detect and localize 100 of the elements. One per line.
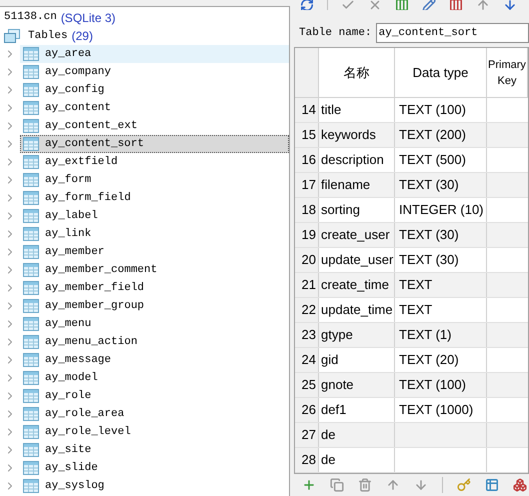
refresh-icon[interactable]: [300, 0, 314, 10]
row-number: 24: [295, 348, 319, 372]
table-cell: gid: [319, 348, 395, 372]
table-icon: [23, 389, 39, 403]
table-icon: [23, 317, 39, 331]
table-tree-item[interactable]: ay_link: [20, 225, 100, 243]
row-number: 14: [295, 98, 319, 122]
arrow-up-icon[interactable]: [476, 0, 490, 10]
table-cell: def1: [319, 398, 395, 422]
table-tree-item[interactable]: ay_company: [20, 63, 120, 81]
table-name-field[interactable]: ay_content_sort: [376, 23, 529, 43]
table-icon: [23, 101, 39, 115]
table-icon: [23, 245, 39, 259]
arrow-down-icon[interactable]: [414, 478, 428, 492]
row-number: 18: [295, 198, 319, 222]
table-icon: [23, 407, 39, 421]
table-icon: [22, 137, 39, 151]
row-number: 23: [295, 323, 319, 347]
row-number: 19: [295, 223, 319, 247]
table-tree-item[interactable]: ay_content_sort: [20, 135, 289, 153]
table-tree-item[interactable]: ay_area: [20, 45, 289, 63]
table-icon: [23, 353, 39, 367]
pencil-icon[interactable]: [422, 0, 436, 10]
table-tree-item[interactable]: ay_site: [20, 441, 100, 459]
add-column-icon[interactable]: [302, 478, 316, 492]
row-number: 26: [295, 398, 319, 422]
copy-icon[interactable]: [330, 478, 344, 492]
table-tree-item[interactable]: ay_member_comment: [20, 261, 166, 279]
table-cell: TEXT (30): [395, 223, 487, 247]
table-cell: keywords: [319, 123, 395, 147]
close-icon[interactable]: [368, 0, 382, 10]
table-icon: [22, 47, 39, 61]
table-cell: TEXT: [395, 273, 487, 297]
row-number: 20: [295, 248, 319, 272]
column-header[interactable]: Primary Key: [487, 48, 528, 97]
columns-icon[interactable]: [449, 0, 463, 10]
trash-icon[interactable]: [358, 478, 372, 492]
table-tree-item[interactable]: ay_form: [20, 171, 100, 189]
table-tree-item[interactable]: ay_role_level: [20, 423, 140, 441]
table-tree-item[interactable]: ay_member_group: [20, 297, 154, 315]
row-number: 21: [295, 273, 319, 297]
table-icon: [23, 263, 39, 277]
key-icon[interactable]: [457, 478, 471, 492]
row-number: 28: [295, 448, 319, 472]
table-tree-item[interactable]: ay_menu: [20, 315, 100, 333]
table-tree-item[interactable]: ay_content_ext: [20, 117, 146, 135]
table-cell: TEXT (200): [395, 123, 487, 147]
table-icon: [23, 371, 39, 385]
table-icon: [23, 155, 39, 169]
table-icon: [23, 461, 39, 475]
table-icon: [23, 209, 39, 223]
table-tree-item[interactable]: ay_form_field: [20, 189, 140, 207]
check-icon[interactable]: [341, 0, 355, 10]
tables-node-label[interactable]: Tables: [28, 28, 68, 44]
row-number: 16: [295, 148, 319, 172]
table-tree-item[interactable]: ay_extfield: [20, 153, 127, 171]
table-tree-item[interactable]: ay_member: [20, 243, 114, 261]
table-tree-item[interactable]: ay_model: [20, 369, 107, 387]
table-icon: [23, 173, 39, 187]
row-number: 22: [295, 298, 319, 322]
table-tree-item[interactable]: ay_content: [20, 99, 120, 117]
column-header[interactable]: Data type: [395, 48, 487, 97]
database-name: 51138.cn: [4, 10, 57, 26]
table-cell: sorting: [319, 198, 395, 222]
column-header[interactable]: 名称: [319, 48, 395, 97]
table-name-label: Table name:: [299, 26, 372, 41]
table-tree-item[interactable]: ay_label: [20, 207, 107, 225]
columns-icon[interactable]: [395, 0, 409, 10]
table-tree-item[interactable]: ay_syslog: [20, 477, 114, 495]
table-cell: de: [319, 448, 395, 472]
table-cell: TEXT (1): [395, 323, 487, 347]
row-number: 15: [295, 123, 319, 147]
table-tree-item[interactable]: ay_config: [20, 81, 114, 99]
table-cell: gnote: [319, 373, 395, 397]
table-cell: title: [319, 98, 395, 122]
table-icon: [23, 281, 39, 295]
table-tree-item[interactable]: ay_role: [20, 387, 100, 405]
table-cell: update_user: [319, 248, 395, 272]
row-number: 17: [295, 173, 319, 197]
tables-count: (29): [72, 28, 93, 45]
table-icon: [23, 479, 39, 493]
table-tree-item[interactable]: ay_message: [20, 351, 120, 369]
tables-icon: [4, 29, 20, 43]
table-tree-item[interactable]: ay_slide: [20, 459, 107, 477]
table-icon: [23, 191, 39, 205]
table-icon: [23, 299, 39, 313]
table-cell: filename: [319, 173, 395, 197]
table-icon: [23, 443, 39, 457]
row-number: 25: [295, 373, 319, 397]
table-cell: TEXT (30): [395, 173, 487, 197]
table-tree-item[interactable]: ay_menu_action: [20, 333, 146, 351]
boxes-icon[interactable]: [513, 478, 527, 492]
table-icon: [23, 425, 39, 439]
table-icon: [23, 83, 39, 97]
table-tree-item[interactable]: ay_member_field: [20, 279, 154, 297]
table-link-icon[interactable]: [485, 478, 499, 492]
table-cell: TEXT (100): [395, 373, 487, 397]
table-tree-item[interactable]: ay_role_area: [20, 405, 134, 423]
table-cell: gtype: [319, 323, 395, 347]
table-icon: [23, 65, 39, 79]
